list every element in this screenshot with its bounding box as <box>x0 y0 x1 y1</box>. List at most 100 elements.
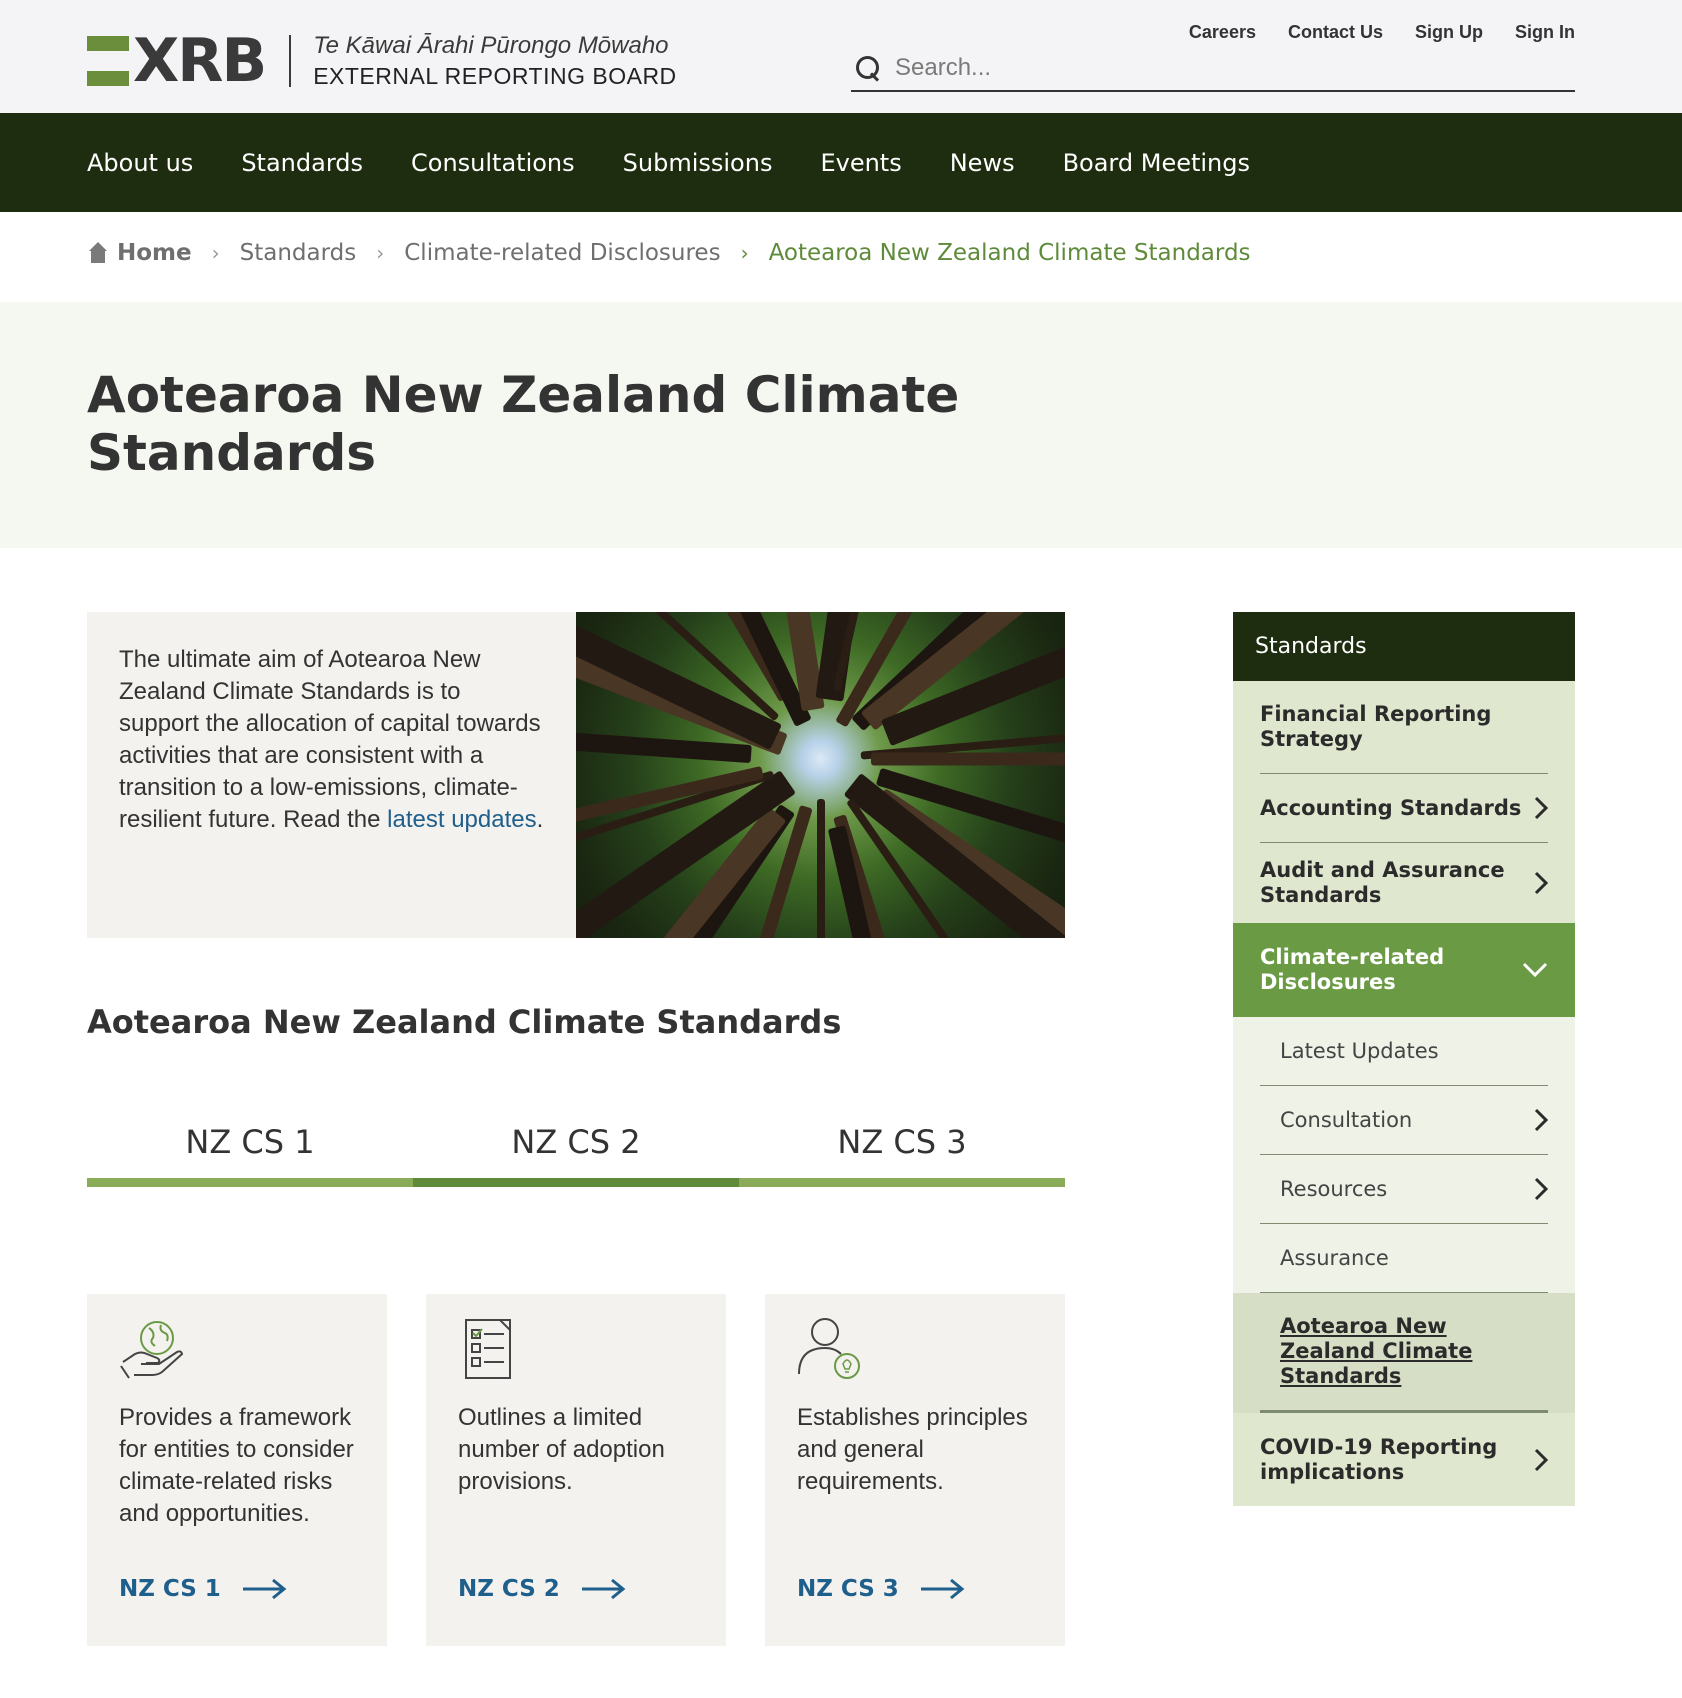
tab-nz-cs-2[interactable]: NZ CS 2 <box>413 1117 739 1187</box>
sidebar-title[interactable]: Standards <box>1233 612 1575 681</box>
sidebar-item-label: Financial Reporting Strategy <box>1260 702 1492 751</box>
sidebar-item-label: Audit and Assurance Standards <box>1260 858 1505 907</box>
sidebar-subitem-label: Aotearoa New Zealand Climate Standards <box>1280 1314 1473 1388</box>
sidebar-item-covid-19-reporting-implications[interactable]: COVID-19 Reporting implications <box>1233 1413 1575 1506</box>
careers-link[interactable]: Careers <box>1189 22 1256 43</box>
nav-standards[interactable]: Standards <box>241 149 363 177</box>
search-bar <box>851 46 1575 92</box>
logo-english-name: EXTERNAL REPORTING BOARD <box>313 63 677 89</box>
breadcrumb-separator-icon: › <box>740 241 749 265</box>
sidebar-row: Audit and Assurance Standards <box>1260 843 1548 923</box>
sidebar-row: Accounting Standards <box>1260 774 1548 843</box>
card-description: Outlines a limited number of adoption pr… <box>458 1404 665 1495</box>
breadcrumb-separator-icon: › <box>376 241 385 265</box>
sidebar-item-financial-reporting-strategy[interactable]: Financial Reporting Strategy <box>1233 681 1575 774</box>
nz-cs-2-link[interactable]: NZ CS 2 <box>458 1576 626 1602</box>
breadcrumb-separator-icon: › <box>211 241 220 265</box>
nz-cs-3-link[interactable]: NZ CS 3 <box>797 1576 965 1602</box>
search-icon[interactable] <box>855 55 881 81</box>
chevron-right-icon[interactable] <box>1534 1448 1548 1472</box>
intro-block: The ultimate aim of Aotearoa New Zealand… <box>87 612 1065 938</box>
nav-submissions[interactable]: Submissions <box>623 149 773 177</box>
card-link-label: NZ CS 1 <box>119 1576 221 1602</box>
breadcrumb-home[interactable]: Home <box>117 240 192 266</box>
home-icon <box>87 242 109 264</box>
xrb-logo[interactable]: XRB Te Kāwai Ārahi Pūrongo Mōwaho EXTERN… <box>87 26 677 96</box>
nav-consultations[interactable]: Consultations <box>411 149 575 177</box>
nav-news[interactable]: News <box>950 149 1015 177</box>
chevron-right-icon[interactable] <box>1534 871 1548 895</box>
nav-about-us[interactable]: About us <box>87 149 193 177</box>
sidebar-nav: Standards Financial Reporting Strategy A… <box>1233 612 1575 1506</box>
sidebar-row: Resources <box>1260 1155 1548 1224</box>
hand-globe-icon <box>120 1321 184 1379</box>
utility-nav: Careers Contact Us Sign Up Sign In <box>1189 22 1575 43</box>
sidebar-item-label: Climate-related Disclosures <box>1260 945 1445 994</box>
sidebar-subitem-resources[interactable]: Resources <box>1233 1155 1575 1224</box>
tree-trunk <box>870 752 1065 766</box>
chevron-right-icon[interactable] <box>1534 1177 1548 1201</box>
standards-tabs: NZ CS 1 NZ CS 2 NZ CS 3 <box>87 1117 1065 1187</box>
logo-mark: XRB <box>87 26 267 96</box>
logo-text: XRB <box>133 26 267 96</box>
sidebar-subitem-label: Assurance <box>1280 1246 1389 1270</box>
logo-bars-icon <box>87 36 129 86</box>
search-input[interactable] <box>895 54 1495 82</box>
sidebar-item-climate-related-disclosures[interactable]: Climate-related Disclosures <box>1233 923 1575 1017</box>
sidebar-row: Climate-related Disclosures <box>1260 923 1548 1017</box>
card-description: Establishes principles and general requi… <box>797 1404 1028 1495</box>
tab-nz-cs-3[interactable]: NZ CS 3 <box>739 1117 1065 1187</box>
sidebar-item-audit-and-assurance-standards[interactable]: Audit and Assurance Standards <box>1233 843 1575 923</box>
sidebar-subitem-label: Consultation <box>1280 1108 1413 1132</box>
page-title: Aotearoa New Zealand Climate Standards <box>87 366 960 482</box>
arrow-right-icon <box>242 1578 287 1600</box>
sidebar-subitem-label: Latest Updates <box>1280 1039 1439 1063</box>
arrow-right-icon <box>581 1578 626 1600</box>
site-header: XRB Te Kāwai Ārahi Pūrongo Mōwaho EXTERN… <box>0 0 1682 113</box>
breadcrumb-current: Aotearoa New Zealand Climate Standards <box>768 240 1251 266</box>
person-idea-icon <box>798 1318 860 1379</box>
tab-nz-cs-1[interactable]: NZ CS 1 <box>87 1117 413 1187</box>
card-link-label: NZ CS 2 <box>458 1576 560 1602</box>
card-link-label: NZ CS 3 <box>797 1576 899 1602</box>
card-nz-cs-2: Outlines a limited number of adoption pr… <box>426 1294 726 1646</box>
standards-cards: Provides a framework for entities to con… <box>87 1294 1065 1646</box>
sidebar-row: Aotearoa New Zealand Climate Standards <box>1260 1293 1548 1413</box>
sidebar-row: Consultation <box>1260 1086 1548 1155</box>
sidebar-item-accounting-standards[interactable]: Accounting Standards <box>1233 774 1575 843</box>
sidebar-subitem-aotearoa-nz-climate-standards[interactable]: Aotearoa New Zealand Climate Standards <box>1233 1293 1575 1413</box>
contact-us-link[interactable]: Contact Us <box>1288 22 1383 43</box>
sidebar-item-label: Accounting Standards <box>1260 795 1522 820</box>
intro-suffix: . <box>536 806 544 833</box>
sign-up-link[interactable]: Sign Up <box>1415 22 1483 43</box>
sidebar-row: Assurance <box>1260 1224 1548 1293</box>
chevron-down-icon[interactable] <box>1522 962 1548 978</box>
arrow-right-icon <box>920 1578 965 1600</box>
forest-canopy-image <box>576 612 1065 938</box>
logo-maori-name: Te Kāwai Ārahi Pūrongo Mōwaho <box>313 32 669 59</box>
chevron-right-icon[interactable] <box>1534 1108 1548 1132</box>
sidebar-subitem-assurance[interactable]: Assurance <box>1233 1224 1575 1293</box>
breadcrumb-climate-related-disclosures[interactable]: Climate-related Disclosures <box>404 240 720 266</box>
sidebar-subitem-label: Resources <box>1280 1177 1388 1201</box>
sign-in-link[interactable]: Sign In <box>1515 22 1575 43</box>
latest-updates-link[interactable]: latest updates <box>387 806 536 833</box>
logo-subtitle: Te Kāwai Ārahi Pūrongo Mōwaho EXTERNAL R… <box>313 32 676 90</box>
logo-divider <box>289 35 292 87</box>
nav-board-meetings[interactable]: Board Meetings <box>1063 149 1250 177</box>
chevron-right-icon[interactable] <box>1534 796 1548 820</box>
sidebar-subitem-consultation[interactable]: Consultation <box>1233 1086 1575 1155</box>
intro-text: The ultimate aim of Aotearoa New Zealand… <box>87 612 576 938</box>
intro-paragraph: The ultimate aim of Aotearoa New Zealand… <box>119 646 541 833</box>
tree-trunk <box>816 798 825 938</box>
sidebar-row: Latest Updates <box>1260 1017 1548 1086</box>
main-nav: About us Standards Consultations Submiss… <box>0 113 1682 212</box>
sidebar-subitem-latest-updates[interactable]: Latest Updates <box>1233 1017 1575 1086</box>
nav-events[interactable]: Events <box>820 149 901 177</box>
sidebar-row: Financial Reporting Strategy <box>1260 681 1548 774</box>
breadcrumb-standards[interactable]: Standards <box>240 240 357 266</box>
checklist-icon <box>465 1319 511 1379</box>
nz-cs-1-link[interactable]: NZ CS 1 <box>119 1576 287 1602</box>
page-hero: Aotearoa New Zealand Climate Standards <box>0 302 1682 548</box>
sidebar-row: COVID-19 Reporting implications <box>1260 1413 1548 1506</box>
